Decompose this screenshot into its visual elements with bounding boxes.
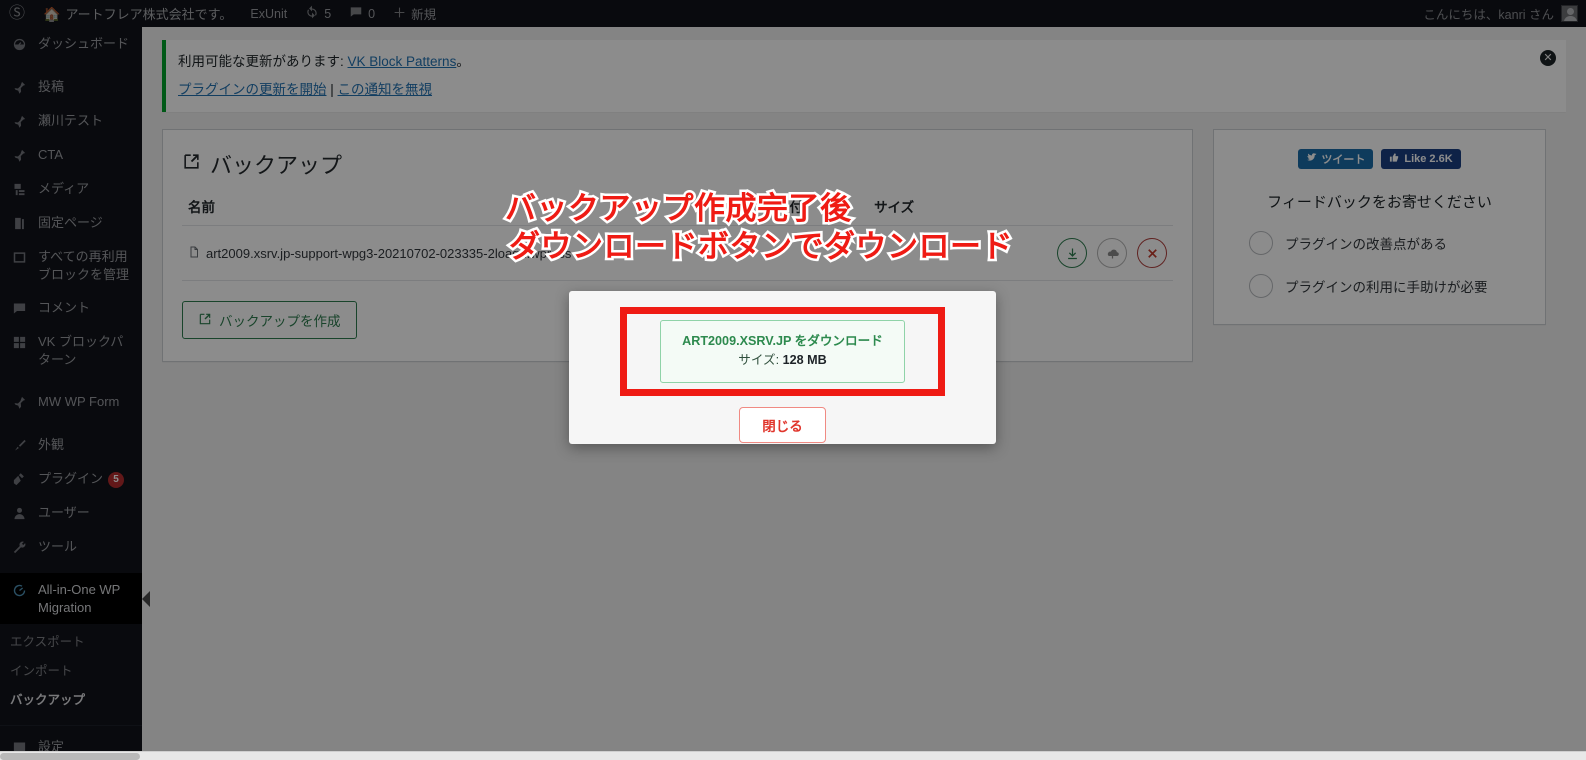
size-label: サイズ: [738, 352, 783, 367]
annotation-line-2: ダウンロードボタンでダウンロード [507, 227, 1016, 268]
annotation-overlay-text: バックアップ作成完了後 ダウンロードボタンでダウンロード [503, 188, 1016, 268]
size-value: 128 MB [782, 352, 827, 367]
download-file-button[interactable]: ART2009.XSRV.JP をダウンロード サイズ: 128 MB [660, 320, 905, 383]
wordpress-admin-screen: Ⓢ 🏠 アートフレア株式会社です。 ExUnit 5 0 新規 こんにちは、ka… [0, 0, 1586, 760]
scrollbar-thumb[interactable] [0, 753, 140, 760]
download-file-size: サイズ: 128 MB [667, 351, 898, 370]
annotation-highlight-box: ART2009.XSRV.JP をダウンロード サイズ: 128 MB [620, 307, 945, 396]
download-file-title: ART2009.XSRV.JP をダウンロード [682, 334, 883, 348]
annotation-line-1: バックアップ作成完了後 [503, 188, 854, 229]
close-modal-button[interactable]: 閉じる [739, 406, 826, 443]
horizontal-scrollbar[interactable] [0, 751, 1586, 760]
download-backup-modal: ART2009.XSRV.JP をダウンロード サイズ: 128 MB 閉じる [569, 291, 996, 444]
